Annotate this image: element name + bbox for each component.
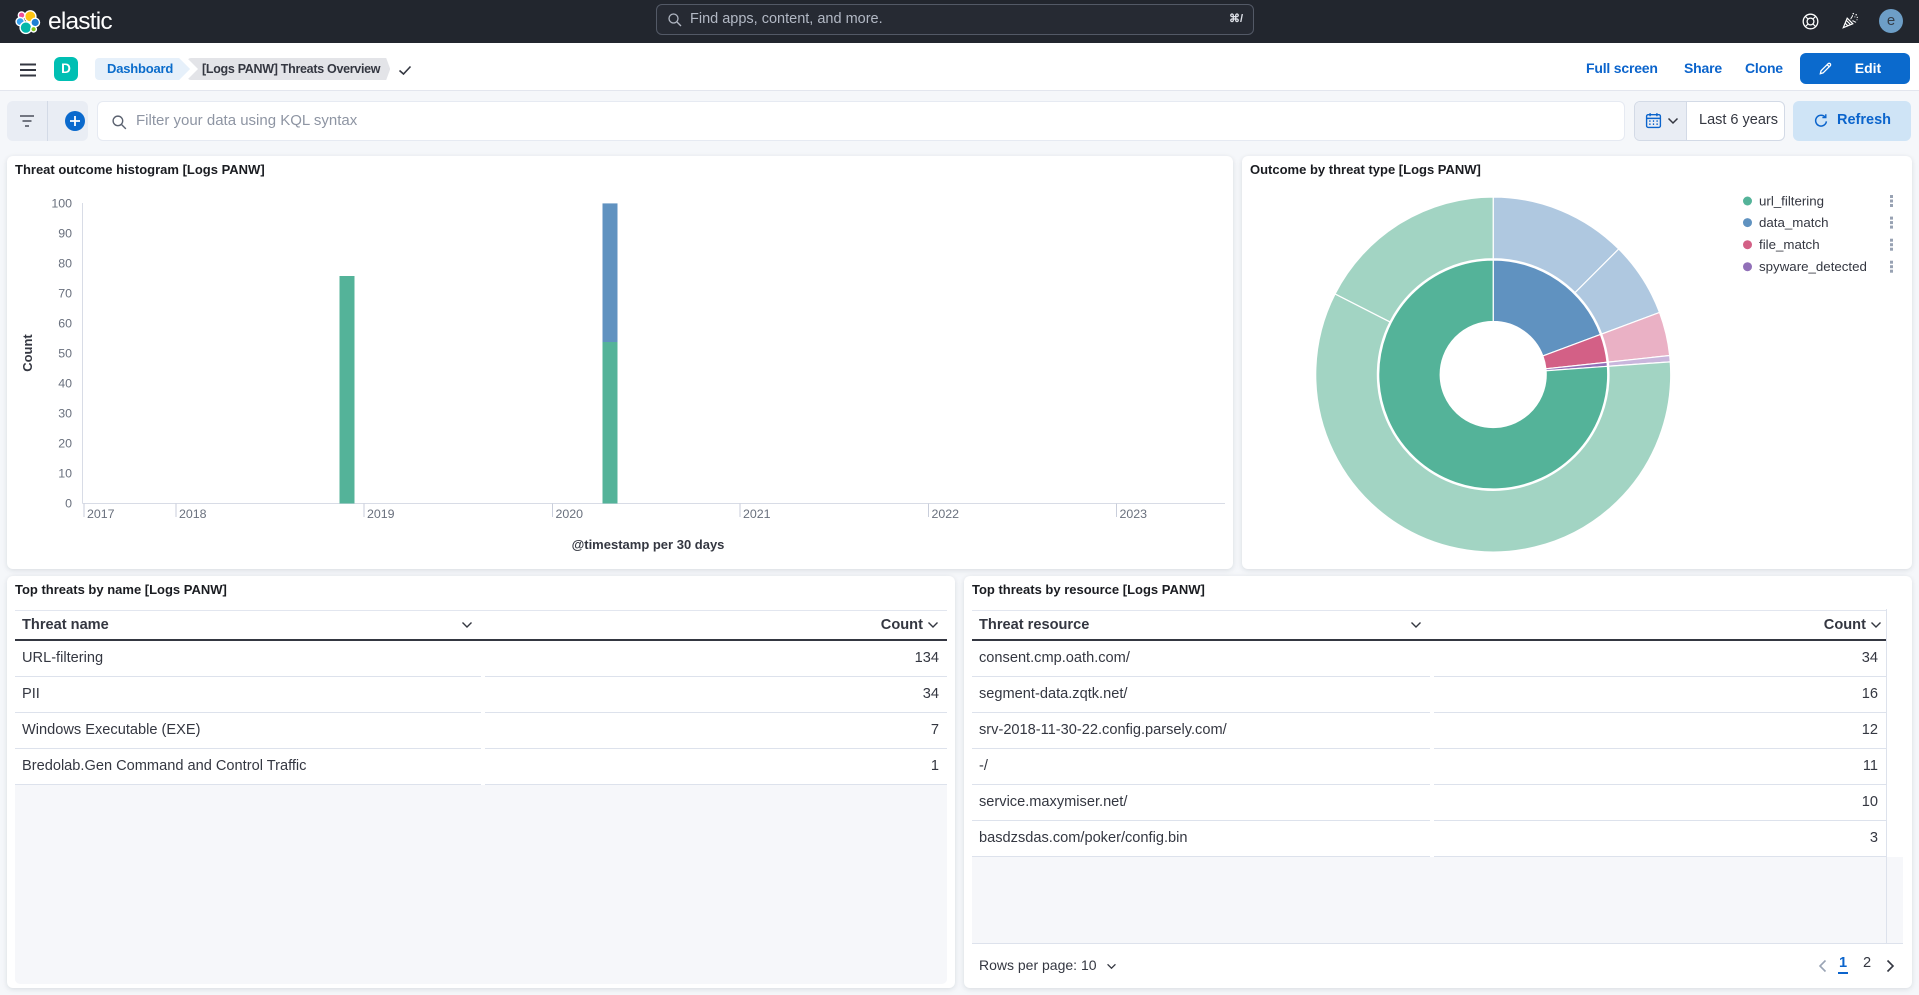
svg-text:url_filtering: url_filtering — [1759, 194, 1824, 209]
svg-text:2020: 2020 — [556, 507, 584, 521]
svg-text:file_match: file_match — [1759, 237, 1820, 252]
svg-text:90: 90 — [58, 227, 72, 241]
svg-text:40: 40 — [58, 377, 72, 391]
svg-text:100: 100 — [51, 197, 72, 211]
svg-text:70: 70 — [58, 287, 72, 301]
svg-text:30: 30 — [58, 407, 72, 421]
svg-text:2021: 2021 — [743, 507, 771, 521]
svg-text:80: 80 — [58, 257, 72, 271]
svg-text:data_match: data_match — [1759, 215, 1828, 230]
svg-text:2017: 2017 — [87, 507, 115, 521]
svg-text:10: 10 — [58, 467, 72, 481]
svg-text:2023: 2023 — [1120, 507, 1148, 521]
svg-text:Count: Count — [20, 334, 35, 372]
svg-text:0: 0 — [65, 497, 72, 511]
svg-text:2018: 2018 — [179, 507, 207, 521]
svg-text:@timestamp per 30 days: @timestamp per 30 days — [572, 537, 725, 552]
svg-text:60: 60 — [58, 317, 72, 331]
svg-text:spyware_detected: spyware_detected — [1759, 259, 1867, 274]
svg-text:2019: 2019 — [367, 507, 395, 521]
svg-text:2022: 2022 — [932, 507, 960, 521]
svg-text:50: 50 — [58, 347, 72, 361]
svg-text:20: 20 — [58, 437, 72, 451]
